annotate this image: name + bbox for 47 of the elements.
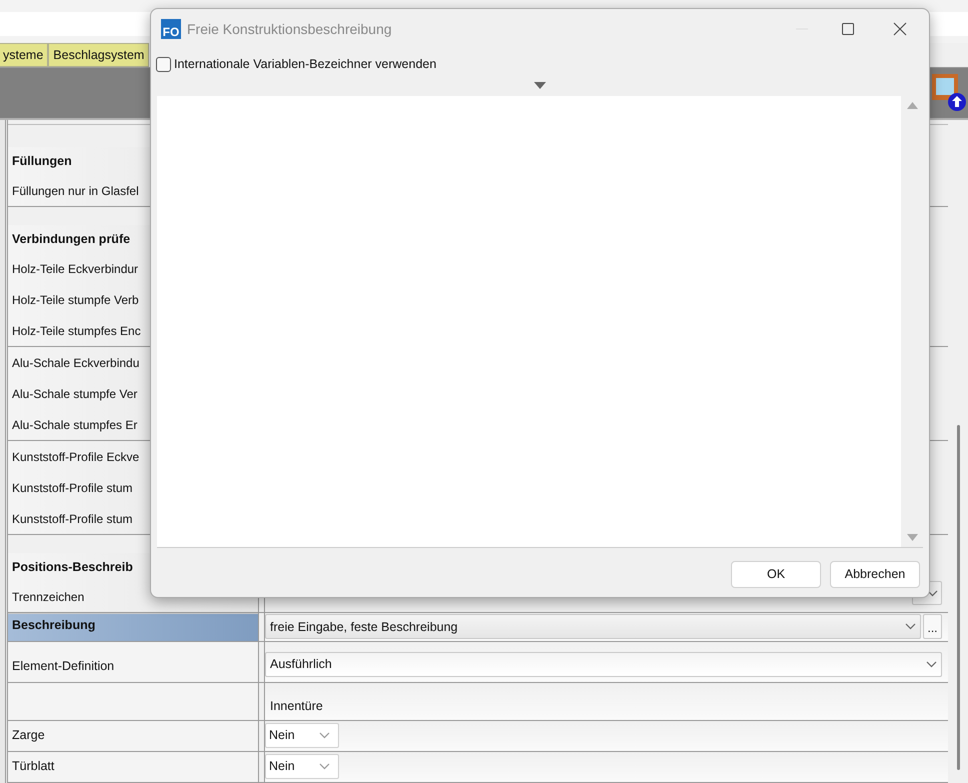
group-title: Positions-Beschreib [11, 558, 134, 576]
select-field[interactable]: Nein [265, 723, 339, 748]
dropdown-arrow-icon[interactable] [534, 82, 546, 88]
property-label: Holz-Teile stumpfes Enc [11, 322, 142, 340]
dialog-button[interactable]: Abbrechen [830, 561, 920, 588]
chevron-down-icon [319, 732, 330, 740]
group-title: Verbindungen prüfe [11, 230, 132, 248]
chevron-down-icon [905, 623, 916, 630]
label-cell[interactable]: Zarge [8, 721, 258, 752]
scroll-up-icon[interactable] [906, 102, 918, 109]
chevron-down-icon [927, 590, 938, 596]
checkbox-label: Internationale Variablen-Bezeichner verwenden [174, 56, 436, 73]
property-label: Trennzeichen [11, 588, 86, 606]
column-caption: Innentüre [269, 698, 323, 716]
property-label: Kunststoff-Profile Eckve [11, 448, 140, 466]
dropdown[interactable]: Ausführlich [265, 652, 942, 677]
label-cell[interactable]: Beschreibung [8, 613, 258, 641]
property-label: Zarge [12, 727, 45, 744]
label-cell[interactable]: Element-Definition [8, 642, 258, 682]
property-label: Kunststoff-Profile stum [11, 510, 134, 528]
scroll-down-icon[interactable] [906, 534, 918, 541]
property-label: Element-Definition [12, 658, 114, 675]
tab[interactable]: ysteme [0, 43, 48, 67]
select-field[interactable]: Nein [265, 754, 339, 780]
property-label: Alu-Schale stumpfe Ver [11, 386, 138, 402]
window-title: Freie Konstruktionsbeschreibung [187, 20, 393, 39]
chevron-down-icon [319, 763, 330, 770]
label-cell[interactable]: Türblatt [8, 752, 258, 782]
window-upload-icon[interactable] [930, 72, 968, 112]
property-label: Kunststoff-Profile stum [11, 480, 134, 496]
dropdown[interactable]: freie Eingabe, feste Beschreibung [265, 614, 921, 640]
scrollbar-thumb[interactable] [956, 425, 960, 770]
checkbox[interactable] [156, 56, 171, 72]
group-title: Füllungen [11, 152, 73, 170]
more-button[interactable]: ... [923, 614, 942, 640]
property-label: Alu-Schale Eckverbindu [11, 354, 140, 372]
property-label: Türblatt [12, 758, 54, 776]
label-cell[interactable] [8, 682, 258, 720]
property-label: Holz-Teile stumpfe Verb [11, 292, 140, 308]
tab[interactable]: Beschlagsystem [48, 43, 150, 67]
property-label: Beschreibung [12, 617, 96, 634]
property-label: Alu-Schale stumpfes Er [11, 416, 138, 434]
app-logo: FO [161, 19, 181, 39]
property-label: Holz-Teile Eckverbindur [11, 260, 140, 278]
chevron-down-icon [926, 660, 937, 668]
dialog-button[interactable]: OK [731, 561, 821, 588]
property-label: Füllungen nur in Glasfel [11, 182, 140, 200]
